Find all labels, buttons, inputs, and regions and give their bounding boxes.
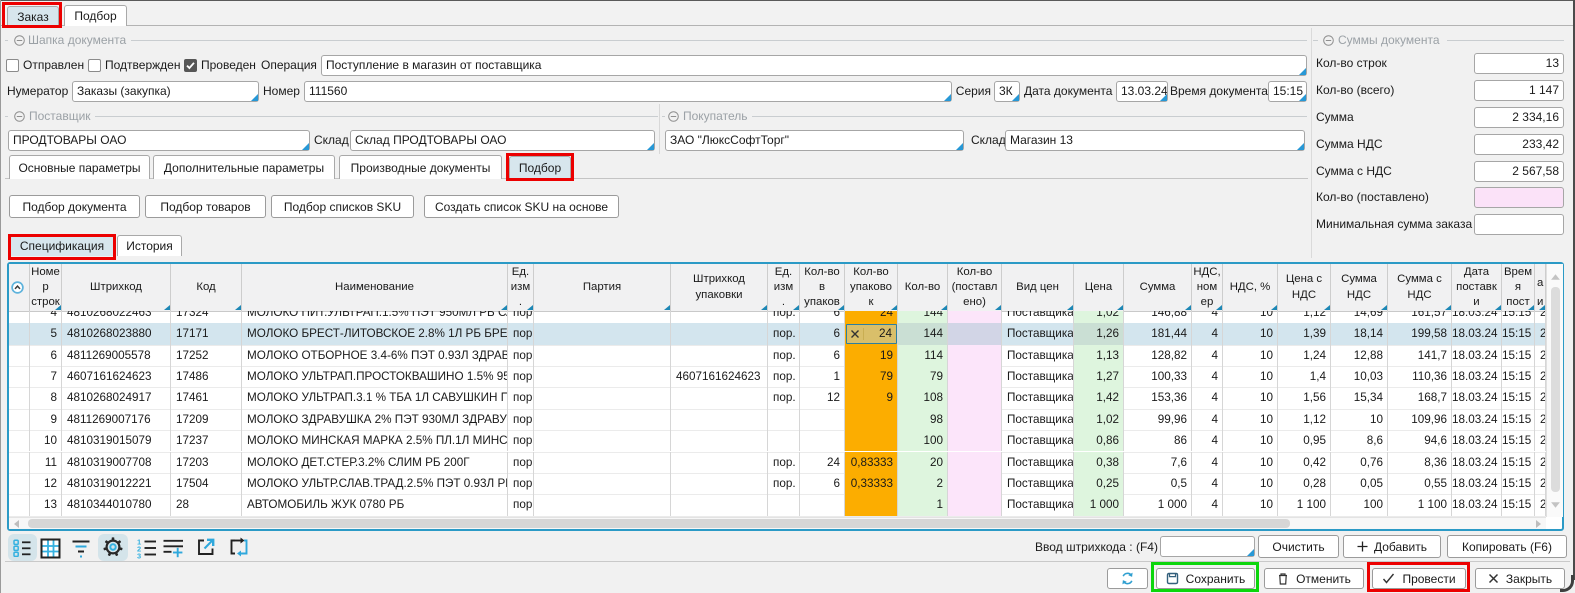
svg-text:3: 3 bbox=[137, 552, 141, 560]
